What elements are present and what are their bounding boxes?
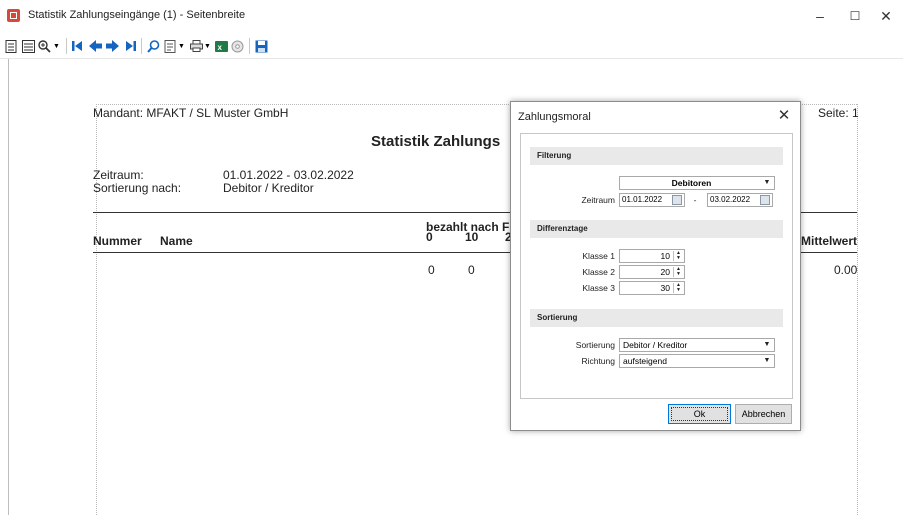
spin-arrows-icon[interactable]: ▲ ▼ — [673, 251, 683, 261]
ok-button-label: Ok — [671, 407, 728, 421]
klasse-1-stepper[interactable]: 10 ▲ ▼ — [619, 249, 685, 263]
date-to-value: 03.02.2022 — [710, 195, 751, 204]
sortierung-field-label: Sortierung — [575, 340, 615, 350]
page-border — [8, 59, 9, 515]
klasse-2-label: Klasse 2 — [582, 267, 615, 277]
debitor-type-select[interactable]: Debitoren ▼ — [619, 176, 775, 190]
dialog-title: Zahlungsmoral — [518, 111, 591, 123]
zahlungsmoral-dialog: Zahlungsmoral ✕ Filterung Debitoren ▼ Ze… — [510, 101, 801, 431]
table-header-rule-bottom-right — [801, 252, 857, 253]
chevron-down-icon: ▼ — [763, 179, 771, 186]
date-from-value: 01.01.2022 — [622, 195, 663, 204]
sortierung-select[interactable]: Debitor / Kreditor ▼ — [619, 338, 775, 352]
excel-icon[interactable]: x — [214, 38, 228, 54]
first-page-icon[interactable] — [71, 38, 85, 54]
section-differenztage: Differenztage — [530, 220, 783, 238]
row-value-0: 0 — [428, 263, 435, 277]
minimize-button[interactable]: – — [803, 4, 837, 28]
page-width-icon[interactable] — [21, 38, 35, 54]
report-page-number: Seite: 1 — [818, 106, 859, 120]
calendar-icon[interactable] — [672, 195, 682, 205]
spin-arrows-icon[interactable]: ▲ ▼ — [673, 267, 683, 277]
richtung-select-value: aufsteigend — [623, 356, 667, 366]
toolbar-separator — [66, 38, 67, 54]
richtung-select[interactable]: aufsteigend ▼ — [619, 354, 775, 368]
debitor-type-value: Debitoren — [671, 178, 712, 188]
klasse-1-label: Klasse 1 — [582, 251, 615, 261]
klasse-2-stepper[interactable]: 20 ▲ ▼ — [619, 265, 685, 279]
klasse-3-value: 30 — [660, 283, 670, 293]
sortierung-label: Sortierung nach: — [93, 181, 182, 195]
previous-page-icon[interactable] — [88, 38, 102, 54]
report-mandant: Mandant: MFAKT / SL Muster GmbH — [93, 106, 289, 120]
chevron-down-icon: ▼ — [763, 341, 771, 348]
export-chevron-down-icon[interactable]: ▼ — [177, 38, 186, 54]
spin-arrows-icon[interactable]: ▲ ▼ — [673, 283, 683, 293]
toolbar-separator — [141, 38, 142, 54]
row-value-10: 0 — [468, 263, 475, 277]
zoom-icon[interactable] — [37, 38, 51, 54]
dialog-panel: Filterung Debitoren ▼ Zeitraum 01.01.202… — [520, 133, 793, 399]
print-chevron-down-icon[interactable]: ▼ — [203, 38, 212, 54]
table-header-rule-bottom — [93, 252, 510, 253]
richtung-field-label: Richtung — [581, 356, 615, 366]
col-0-header: 0 — [426, 230, 433, 244]
calendar-icon[interactable] — [760, 195, 770, 205]
section-sortierung: Sortierung — [530, 309, 783, 327]
svg-text:x: x — [217, 43, 222, 52]
klasse-1-value: 10 — [660, 251, 670, 261]
date-from-field[interactable]: 01.01.2022 — [619, 193, 685, 207]
app-icon — [7, 9, 20, 22]
klasse-3-stepper[interactable]: 30 ▲ ▼ — [619, 281, 685, 295]
section-filterung: Filterung — [530, 147, 783, 165]
abbrechen-button[interactable]: Abbrechen — [735, 404, 792, 424]
col-nummer-header: Nummer — [93, 234, 142, 248]
klasse-3-label: Klasse 3 — [582, 283, 615, 293]
sortierung-select-value: Debitor / Kreditor — [623, 340, 688, 350]
next-page-icon[interactable] — [105, 38, 119, 54]
ok-button[interactable]: Ok — [668, 404, 731, 424]
report-margin-right — [857, 104, 858, 515]
toolbar-separator — [249, 38, 250, 54]
single-page-icon[interactable] — [4, 38, 18, 54]
print-icon[interactable] — [189, 38, 203, 54]
dialog-close-button[interactable]: ✕ — [773, 106, 795, 126]
report-margin-left — [96, 104, 97, 515]
window-title: Statistik Zahlungseingänge (1) - Seitenb… — [28, 9, 246, 21]
table-header-rule-top-right — [801, 212, 857, 213]
zoom-dropdown-chevron-down-icon[interactable]: ▼ — [52, 38, 61, 54]
export-icon[interactable] — [163, 38, 177, 54]
close-button[interactable]: ✕ — [869, 4, 903, 28]
date-separator: - — [693, 195, 697, 205]
col-name-header: Name — [160, 234, 193, 248]
search-icon[interactable] — [146, 38, 160, 54]
maximize-button[interactable]: ☐ — [838, 4, 872, 28]
table-header-rule-top — [93, 212, 510, 213]
save-icon[interactable] — [254, 38, 268, 54]
col-10-header: 10 — [465, 230, 479, 244]
disc-icon[interactable] — [230, 38, 244, 54]
zeitraum-field-label: Zeitraum — [581, 195, 615, 205]
report-title: Statistik Zahlungs — [371, 133, 501, 150]
last-page-icon[interactable] — [122, 38, 136, 54]
chevron-down-icon: ▼ — [763, 357, 771, 364]
klasse-2-value: 20 — [660, 267, 670, 277]
zeitraum-label: Zeitraum: — [93, 168, 144, 182]
col-mittelwert-header: Mittelwert — [801, 234, 858, 248]
row-mittelwert: 0.00 — [834, 263, 858, 277]
zeitraum-value: 01.01.2022 - 03.02.2022 — [223, 168, 354, 182]
date-to-field[interactable]: 03.02.2022 — [707, 193, 773, 207]
sortierung-value: Debitor / Kreditor — [223, 181, 314, 195]
